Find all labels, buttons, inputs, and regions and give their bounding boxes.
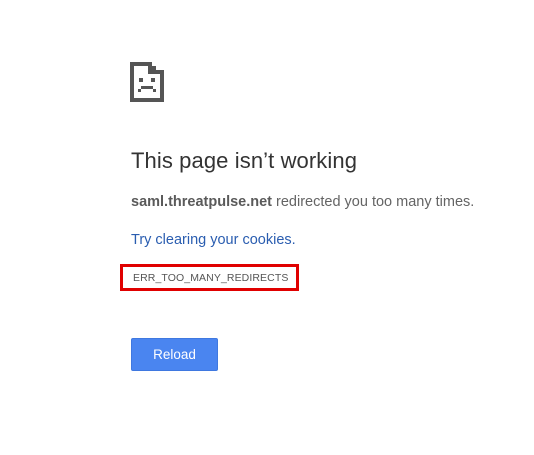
error-code-highlight: ERR_TOO_MANY_REDIRECTS bbox=[120, 264, 299, 291]
clear-cookies-link[interactable]: Try clearing your cookies. bbox=[131, 232, 296, 248]
page-title: This page isn’t working bbox=[131, 148, 358, 173]
error-code: ERR_TOO_MANY_REDIRECTS bbox=[133, 272, 289, 284]
reload-button[interactable]: Reload bbox=[131, 338, 218, 371]
error-message: saml.threatpulse.net redirected you too … bbox=[131, 194, 474, 210]
sad-document-icon bbox=[130, 62, 164, 102]
error-message-suffix: redirected you too many times. bbox=[272, 194, 475, 210]
error-host: saml.threatpulse.net bbox=[131, 194, 273, 210]
